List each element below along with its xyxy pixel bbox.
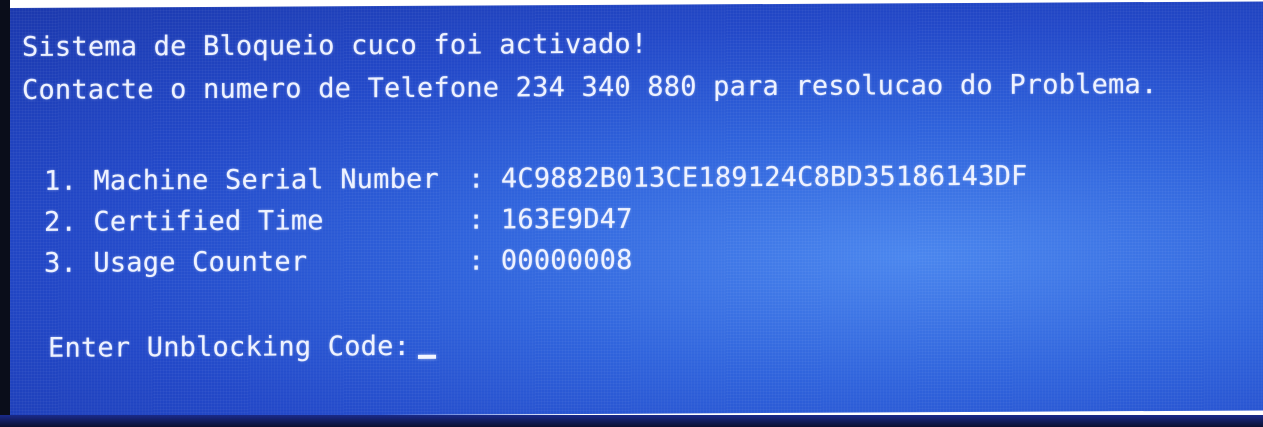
monitor-bezel-left [0, 0, 10, 427]
field-separator: : [468, 163, 501, 195]
contact-message: Contacte o numero de Telefone 234 340 88… [22, 68, 1158, 106]
lock-screen-photo: Sistema de Bloqueio cuco foi activado! C… [0, 0, 1263, 427]
field-row-usage-counter: 3. Usage Counter: 00000008 [44, 245, 633, 280]
field-value-usage-counter: 00000008 [500, 244, 633, 277]
field-label-certified-time: 2. Certified Time [44, 205, 324, 238]
field-row-certified-time: 2. Certified Time: 163E9D47 [44, 204, 633, 239]
field-value-serial: 4C9882B013CE189124C8BD35186143DF [500, 160, 1028, 195]
unblock-code-prompt: Enter Unblocking Code: [48, 330, 437, 365]
monitor-bezel-bottom [0, 415, 1263, 427]
lock-title: Sistema de Bloqueio cuco foi activado! [22, 28, 648, 63]
field-separator: : [468, 204, 501, 236]
field-label-serial: 1. Machine Serial Number [44, 163, 439, 197]
field-separator: : [468, 245, 501, 277]
console-display: Sistema de Bloqueio cuco foi activado! C… [10, 1, 1263, 418]
field-value-certified-time: 163E9D47 [500, 203, 633, 236]
field-label-usage-counter: 3. Usage Counter [44, 246, 308, 279]
field-row-serial: 1. Machine Serial Number: 4C9882B013CE18… [44, 161, 1028, 198]
unblock-code-label: Enter Unblocking Code: [48, 330, 411, 364]
text-cursor-icon [418, 354, 437, 359]
